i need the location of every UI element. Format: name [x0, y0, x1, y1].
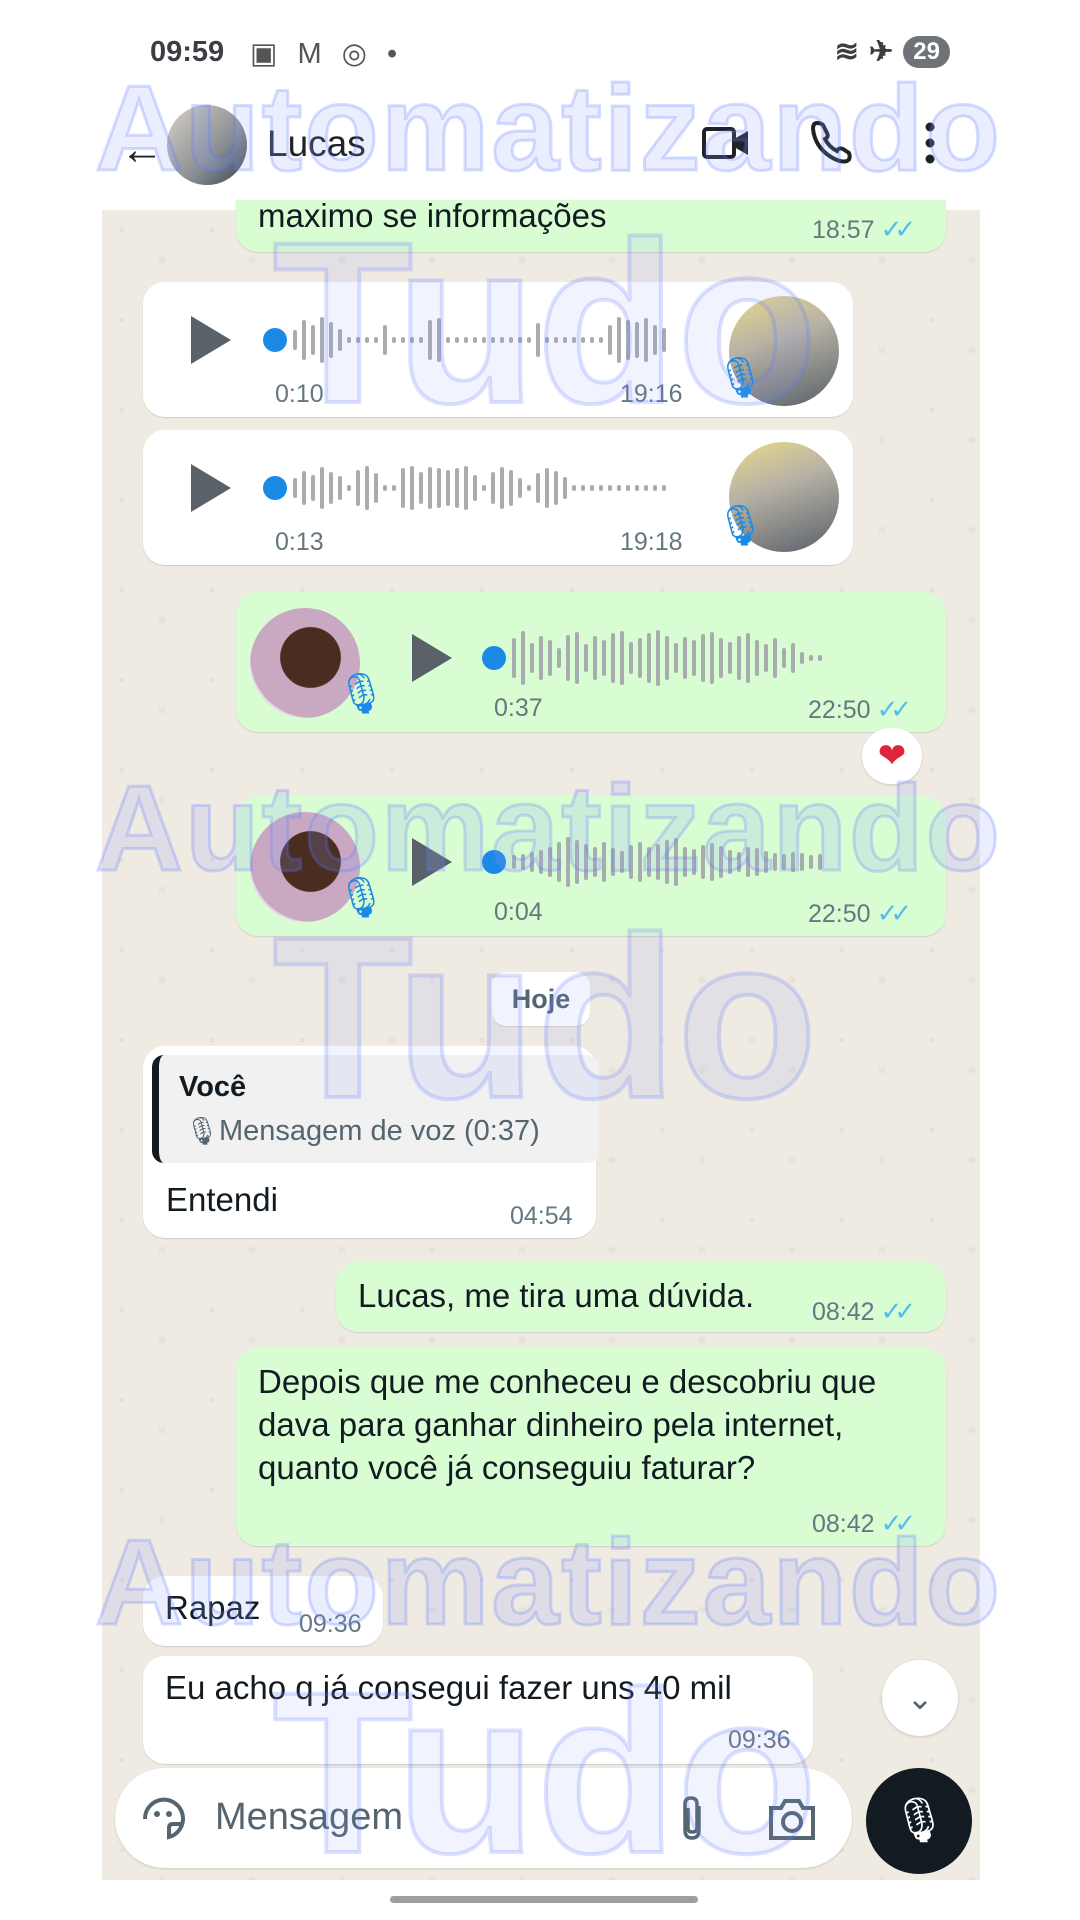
- mic-icon: 🎙: [715, 356, 766, 400]
- voice-waveform[interactable]: [512, 628, 822, 688]
- play-icon[interactable]: [412, 634, 452, 682]
- play-icon[interactable]: [412, 838, 452, 886]
- mic-icon: 🎙: [336, 672, 387, 716]
- phone-icon[interactable]: [807, 117, 857, 167]
- incoming-message[interactable]: Eu acho q já consegui fazer uns 40 mil 0…: [143, 1656, 813, 1764]
- message-time: 09:36: [299, 1610, 362, 1638]
- voice-progress-dot[interactable]: [482, 646, 506, 670]
- incoming-voice-message[interactable]: 0:13 19:18 🎙: [143, 430, 853, 565]
- message-time: 04:54: [510, 1202, 573, 1230]
- voice-duration: 0:13: [275, 528, 324, 556]
- message-text: Depois que me conheceu e descobriu que d…: [258, 1363, 877, 1486]
- voice-duration: 0:04: [494, 898, 543, 926]
- mic-icon: 🎙: [336, 876, 387, 920]
- scroll-to-bottom-button[interactable]: ⌄: [882, 1660, 958, 1736]
- outgoing-voice-message[interactable]: 🎙 0:37 22:50 ✓✓: [236, 592, 946, 732]
- incoming-message[interactable]: Rapaz 09:36: [143, 1576, 383, 1646]
- chevron-double-down-icon: ⌄: [906, 1680, 934, 1716]
- voice-progress-dot[interactable]: [482, 850, 506, 874]
- voice-waveform[interactable]: [512, 832, 822, 892]
- double-check-icon: ✓✓: [876, 898, 912, 928]
- video-call-icon[interactable]: [700, 117, 752, 169]
- camera-icon[interactable]: [767, 1796, 817, 1842]
- voice-duration: 0:37: [494, 694, 543, 722]
- notification-icons: ▣ M ◎ •: [250, 38, 404, 70]
- message-time: 08:42: [812, 1510, 875, 1538]
- quote-text: Mensagem de voz (0:37): [219, 1115, 540, 1147]
- quote-author: Você: [179, 1071, 247, 1103]
- message-time: 08:42: [812, 1298, 875, 1326]
- voice-waveform[interactable]: [293, 458, 666, 518]
- voice-record-button[interactable]: 🎙: [866, 1768, 972, 1874]
- outgoing-message[interactable]: Lucas, me tira uma dúvida. 08:42 ✓✓: [336, 1262, 946, 1332]
- incoming-voice-message[interactable]: 0:10 19:16 🎙: [143, 282, 853, 417]
- status-bar: 09:59 ▣ M ◎ • ≋ ✈ 29: [150, 28, 950, 78]
- mic-icon: 🎙: [185, 1116, 220, 1146]
- message-text: Lucas, me tira uma dúvida.: [358, 1277, 755, 1314]
- wifi-icon: ≋: [834, 36, 859, 68]
- outgoing-voice-message[interactable]: 🎙 0:04 22:50 ✓✓: [236, 796, 946, 936]
- message-time: 22:50: [808, 900, 871, 928]
- sticker-icon[interactable]: [139, 1794, 189, 1844]
- attach-icon[interactable]: [675, 1794, 709, 1844]
- double-check-icon: ✓✓: [880, 1508, 916, 1538]
- message-meta: 22:50 ✓✓: [808, 898, 912, 929]
- back-arrow-icon[interactable]: ←: [120, 125, 164, 175]
- heart-reaction[interactable]: ❤: [862, 728, 922, 784]
- message-time: 19:16: [620, 380, 683, 408]
- voice-progress-dot[interactable]: [263, 328, 287, 352]
- outgoing-message[interactable]: Depois que me conheceu e descobriu que d…: [236, 1348, 946, 1546]
- message-meta: 08:42 ✓✓: [812, 1296, 916, 1327]
- battery-badge: 29: [903, 35, 950, 68]
- message-meta: 08:42 ✓✓: [812, 1508, 916, 1539]
- message-time: 18:57: [812, 216, 875, 244]
- message-text: maximo se informações: [258, 197, 607, 234]
- date-chip: Hoje: [492, 972, 590, 1026]
- message-time: 09:36: [728, 1726, 791, 1754]
- message-text: Rapaz: [165, 1589, 261, 1626]
- status-time: 09:59: [150, 36, 225, 68]
- message-time: 19:18: [620, 528, 683, 556]
- outgoing-message[interactable]: maximo se informações 18:57 ✓✓: [236, 197, 946, 252]
- message-text: Entendi: [166, 1181, 278, 1218]
- contact-name[interactable]: Lucas: [267, 123, 366, 165]
- status-right: ≋ ✈ 29: [835, 34, 950, 69]
- message-composer[interactable]: Mensagem: [115, 1768, 852, 1868]
- voice-waveform[interactable]: [293, 310, 666, 370]
- message-text: Eu acho q já consegui fazer uns 40 mil: [165, 1669, 732, 1706]
- quoted-message[interactable]: Você 🎙 Mensagem de voz (0:37): [152, 1055, 599, 1163]
- more-vert-icon[interactable]: [920, 117, 940, 169]
- contact-avatar[interactable]: [167, 105, 247, 185]
- play-icon[interactable]: [191, 316, 231, 364]
- airplane-icon: ✈: [868, 36, 894, 68]
- double-check-icon: ✓✓: [880, 1296, 916, 1326]
- mic-icon: 🎙: [891, 1796, 947, 1845]
- message-input[interactable]: Mensagem: [215, 1796, 403, 1839]
- message-meta: 18:57 ✓✓: [812, 214, 916, 245]
- home-indicator[interactable]: [390, 1896, 698, 1903]
- double-check-icon: ✓✓: [876, 694, 912, 724]
- voice-progress-dot[interactable]: [263, 476, 287, 500]
- play-icon[interactable]: [191, 464, 231, 512]
- message-time: 22:50: [808, 696, 871, 724]
- mic-icon: 🎙: [715, 504, 766, 548]
- double-check-icon: ✓✓: [880, 214, 916, 244]
- chat-header: ← Lucas: [102, 95, 980, 210]
- voice-duration: 0:10: [275, 380, 324, 408]
- message-meta: 22:50 ✓✓: [808, 694, 912, 725]
